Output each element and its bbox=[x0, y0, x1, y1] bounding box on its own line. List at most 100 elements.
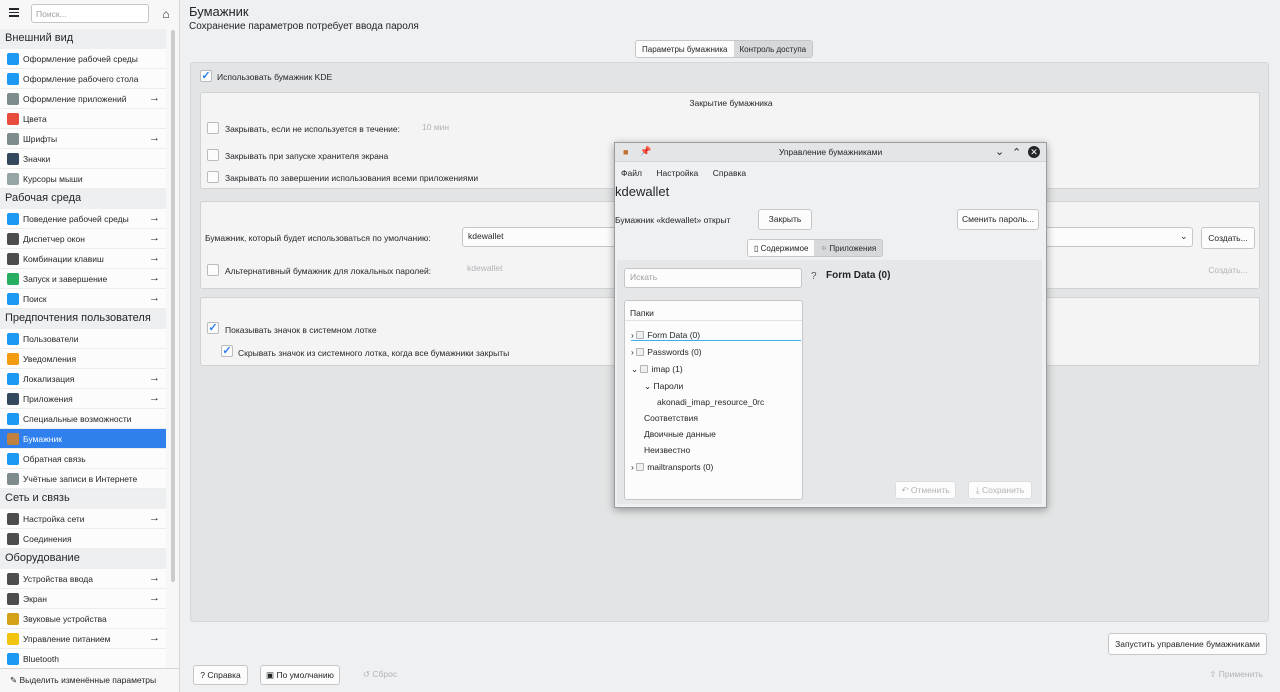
sidebar-item-icon bbox=[7, 272, 19, 285]
close-when-apps-done-checkbox[interactable] bbox=[207, 171, 219, 183]
tree-node[interactable]: Двоичные данные bbox=[644, 429, 716, 439]
sidebar-item[interactable]: Курсоры мыши bbox=[0, 169, 166, 189]
page-tabs: Параметры бумажника Контроль доступа bbox=[635, 40, 814, 58]
sidebar-item[interactable]: Оформление рабочего стола bbox=[0, 69, 166, 89]
close-icon[interactable]: ✕ bbox=[1028, 146, 1040, 158]
sidebar-item[interactable]: Соединения bbox=[0, 529, 166, 549]
sidebar-item-label: Оформление приложений bbox=[23, 93, 127, 104]
folder-icon bbox=[636, 463, 645, 471]
sidebar-item[interactable]: Оформление приложений → bbox=[0, 89, 166, 109]
tab-contents[interactable]: ▯ Содержимое bbox=[748, 240, 815, 256]
tree-node[interactable]: ⌄ Пароли bbox=[644, 381, 683, 392]
save-button[interactable]: ⤓ Сохранить bbox=[968, 481, 1032, 499]
tree-node[interactable]: Неизвестно bbox=[644, 445, 690, 455]
sidebar-item[interactable]: Пользователи bbox=[0, 329, 166, 349]
tree-node-label: mailtransports (0) bbox=[647, 462, 714, 472]
sidebar-item-label: Поведение рабочей среды bbox=[23, 213, 129, 224]
folder-icon bbox=[636, 331, 645, 339]
sidebar-item[interactable]: Бумажник bbox=[0, 429, 166, 449]
sidebar-item[interactable]: Bluetooth bbox=[0, 649, 166, 669]
tree-node-label: Form Data (0) bbox=[647, 330, 701, 340]
sidebar-item-icon bbox=[7, 172, 19, 185]
sidebar-item[interactable]: Обратная связь bbox=[0, 449, 166, 469]
sidebar-item-label: Запуск и завершение bbox=[23, 273, 108, 284]
tree-node[interactable]: › Passwords (0) bbox=[631, 347, 702, 357]
wallet-search-input[interactable]: Искать bbox=[624, 268, 802, 288]
tree-node[interactable]: › mailtransports (0) bbox=[631, 462, 713, 472]
use-kde-wallet-checkbox[interactable] bbox=[200, 70, 212, 82]
hide-tray-checkbox[interactable] bbox=[221, 345, 233, 357]
chevron-down-icon: ⌄ bbox=[1180, 231, 1188, 241]
close-on-screensaver-checkbox[interactable] bbox=[207, 149, 219, 161]
dialog-menubar: Файл Настройка Справка bbox=[621, 168, 758, 178]
sidebar-item[interactable]: Приложения → bbox=[0, 389, 166, 409]
close-wallet-button[interactable]: Закрыть bbox=[758, 209, 812, 230]
apply-button[interactable]: ⇧ Применить bbox=[1200, 665, 1272, 685]
sidebar-item[interactable]: Цвета bbox=[0, 109, 166, 129]
sidebar-item[interactable]: Диспетчер окон → bbox=[0, 229, 166, 249]
sidebar-search-input[interactable]: Поиск... bbox=[31, 4, 149, 23]
menu-settings[interactable]: Настройка bbox=[656, 168, 698, 178]
chevron-down-icon[interactable]: ⌄ bbox=[631, 364, 640, 374]
alt-local-wallet-checkbox[interactable] bbox=[207, 264, 219, 276]
close-if-unused-checkbox[interactable] bbox=[207, 122, 219, 134]
sidebar-item[interactable]: Специальные возможности bbox=[0, 409, 166, 429]
close-minutes-spinbox[interactable]: 10 мин bbox=[417, 119, 475, 136]
menu-help[interactable]: Справка bbox=[713, 168, 746, 178]
change-password-button[interactable]: Сменить пароль... bbox=[957, 209, 1039, 230]
help-button[interactable]: ? Справка bbox=[193, 665, 248, 685]
sidebar-scrollbar[interactable] bbox=[171, 30, 175, 582]
maximize-icon[interactable]: ⌃ bbox=[1012, 146, 1021, 159]
defaults-button[interactable]: ▣ По умолчанию bbox=[260, 665, 340, 685]
sidebar-item[interactable]: Учётные записи в Интернете bbox=[0, 469, 166, 489]
arrow-right-icon: → bbox=[149, 132, 160, 144]
sidebar-item[interactable]: Уведомления bbox=[0, 349, 166, 369]
sidebar-item[interactable]: Звуковые устройства bbox=[0, 609, 166, 629]
sidebar-item[interactable]: Запуск и завершение → bbox=[0, 269, 166, 289]
tab-applications[interactable]: ⁘ Приложения bbox=[814, 240, 883, 256]
create-alt-wallet-button[interactable]: Создать... bbox=[1201, 260, 1255, 282]
minimize-icon[interactable]: ⌄ bbox=[995, 145, 1004, 158]
sidebar-item-icon bbox=[7, 152, 19, 165]
dialog-title: Управление бумажниками bbox=[778, 147, 883, 157]
tab-access-control[interactable]: Контроль доступа bbox=[733, 41, 813, 57]
tree-node[interactable]: ⌄ imap (1) bbox=[631, 364, 683, 375]
sidebar-item[interactable]: Поведение рабочей среды → bbox=[0, 209, 166, 229]
tree-node[interactable]: akonadi_imap_resource_0rc bbox=[657, 397, 764, 407]
launch-wallet-manager-button[interactable]: Запустить управление бумажниками bbox=[1108, 633, 1267, 655]
sidebar-item[interactable]: Комбинации клавиш → bbox=[0, 249, 166, 269]
home-icon[interactable]: ⌂ bbox=[158, 6, 174, 22]
sidebar-item[interactable]: Устройства ввода → bbox=[0, 569, 166, 589]
sidebar-item-label: Поиск bbox=[23, 293, 47, 304]
show-tray-checkbox[interactable] bbox=[207, 322, 219, 334]
folder-icon bbox=[640, 365, 649, 373]
sidebar-item-icon bbox=[7, 652, 19, 665]
sidebar-item[interactable]: Локализация → bbox=[0, 369, 166, 389]
help-icon[interactable]: ? bbox=[811, 271, 817, 282]
tab-wallet-settings[interactable]: Параметры бумажника bbox=[636, 41, 734, 57]
sidebar-item-label: Пользователи bbox=[23, 333, 79, 344]
create-default-wallet-button[interactable]: Создать... bbox=[1201, 227, 1255, 249]
sidebar-item[interactable]: Поиск → bbox=[0, 289, 166, 309]
reset-icon: ↺ bbox=[362, 669, 371, 679]
tree-node[interactable]: Соответствия bbox=[644, 413, 698, 423]
sidebar-category: Предпочтения пользователя bbox=[0, 309, 166, 329]
hamburger-menu-icon[interactable] bbox=[6, 6, 22, 22]
sidebar-item[interactable]: Оформление рабочей среды bbox=[0, 49, 166, 69]
sidebar-item-label: Устройства ввода bbox=[23, 573, 93, 584]
highlight-changed-button[interactable]: ✎ Выделить изменённые параметры bbox=[0, 668, 180, 692]
sidebar-item-icon bbox=[7, 232, 19, 245]
tree-node[interactable]: › Form Data (0) bbox=[631, 330, 801, 341]
close-when-apps-done-label: Закрывать по завершении использования вс… bbox=[225, 173, 479, 183]
sidebar-item[interactable]: Шрифты → bbox=[0, 129, 166, 149]
reset-button[interactable]: ↺ Сброс bbox=[352, 665, 408, 685]
arrow-right-icon: → bbox=[149, 632, 160, 644]
folder-tree[interactable]: Папки › Form Data (0) › Passwords (0) ⌄ im… bbox=[624, 300, 803, 500]
menu-file[interactable]: Файл bbox=[621, 168, 642, 178]
sidebar-item[interactable]: Экран → bbox=[0, 589, 166, 609]
sidebar-item[interactable]: Управление питанием → bbox=[0, 629, 166, 649]
sidebar-item[interactable]: Значки bbox=[0, 149, 166, 169]
tree-node-label: Passwords (0) bbox=[647, 347, 702, 357]
sidebar-item[interactable]: Настройка сети → bbox=[0, 509, 166, 529]
undo-button[interactable]: ↶ Отменить bbox=[895, 481, 956, 499]
